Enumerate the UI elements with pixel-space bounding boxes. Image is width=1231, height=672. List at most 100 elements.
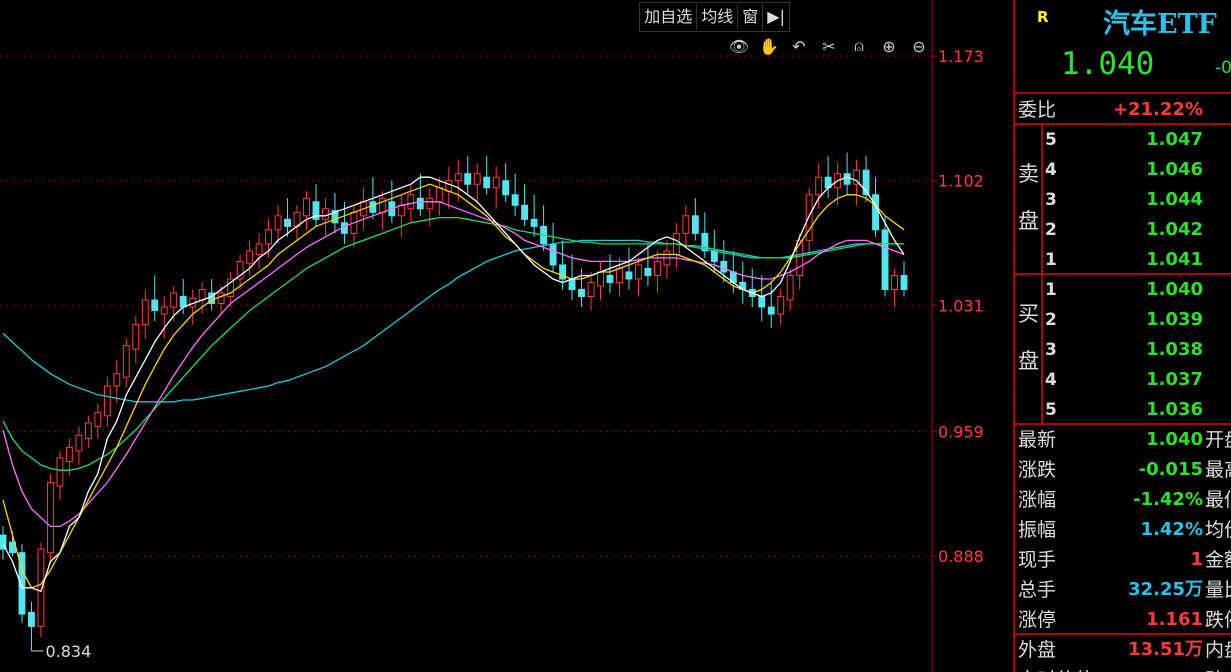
security-name[interactable]: 汽车ETF (1103, 2, 1217, 41)
stat-extra-label: 均价 (1205, 519, 1231, 541)
y-tick-label: 1.031 (938, 296, 984, 315)
ask-row[interactable]: 4 1.046 (1015, 155, 1231, 185)
bid-level: 2 (1045, 310, 1057, 330)
stat-value: 1 (1190, 549, 1203, 570)
bid-level: 5 (1045, 400, 1057, 420)
candle-body (28, 611, 35, 627)
ask-level: 4 (1045, 160, 1057, 180)
stat-row: 最新 1.040开盘 (1015, 425, 1231, 455)
candle-body (37, 548, 45, 627)
kline-chart[interactable]: 1.173 1.102 1.031 0.959 0.888 0.834 (0, 0, 1013, 672)
ask-price: 1.044 (1146, 189, 1203, 210)
stat-label: 振幅 (1018, 519, 1057, 541)
stat-value: 1.040 (1146, 429, 1203, 450)
candle-body (616, 267, 623, 283)
zoom-in-icon[interactable]: ⊕ (876, 35, 902, 57)
stat-row: 实时估值 1.0413贴水 (1015, 665, 1231, 672)
candle-body (198, 289, 206, 301)
candle-body (587, 281, 595, 298)
stat-extra-label: 贴水 (1205, 665, 1231, 672)
stat-value: -1.42% (1133, 489, 1203, 510)
chart-toolbar: 加自选 均线 窗 ▶| (639, 2, 790, 32)
ask-row[interactable]: 5 1.047 (1015, 125, 1231, 155)
bid-level: 3 (1045, 340, 1057, 360)
bid-level: 1 (1045, 280, 1057, 300)
stat-value: 32.25万 (1128, 579, 1203, 600)
ask-row[interactable]: 1 1.041 (1015, 245, 1231, 275)
candle-body (46, 482, 54, 554)
candle-body (777, 296, 785, 315)
kline-chart-area[interactable]: 1.173 1.102 1.031 0.959 0.888 0.834 加自选 均线 窗 … (0, 0, 1013, 672)
undo-icon[interactable]: ↶ (786, 35, 812, 57)
bid-price: 1.038 (1146, 339, 1203, 360)
add-watchlist-button[interactable]: 加自选 (640, 4, 698, 30)
ask-level: 1 (1045, 250, 1057, 270)
moving-average-button[interactable]: 均线 (697, 4, 739, 30)
candle-body (94, 411, 102, 427)
last-price: 1.040 (1061, 46, 1155, 82)
ask-level: 3 (1045, 190, 1057, 210)
collapse-panel-icon[interactable]: ▶| (763, 4, 789, 30)
window-button[interactable]: 窗 (738, 4, 764, 30)
ask-row[interactable]: 3 1.044 (1015, 185, 1231, 215)
bid-row[interactable]: 5 1.036 (1015, 395, 1231, 425)
candle-body (369, 201, 377, 213)
candle-body (407, 194, 415, 210)
bid-side-label: 买 (1018, 302, 1039, 326)
stat-row: 涨跌 -0.015最高 (1015, 455, 1231, 485)
bid-row[interactable]: 2 1.039 (1015, 305, 1231, 335)
candle-body (141, 299, 149, 326)
candle-body (691, 215, 699, 234)
candle-body (720, 260, 728, 273)
candle-body (435, 187, 443, 203)
low-marker-label: 0.834 (45, 642, 91, 661)
candle-body (568, 278, 576, 291)
candle-body (122, 345, 130, 378)
candle-body (454, 173, 462, 182)
candle-body (217, 292, 225, 305)
bid-price: 1.039 (1146, 309, 1203, 330)
candle-body (170, 292, 178, 308)
weibi-label: 委比 (1018, 99, 1057, 121)
ask-price: 1.041 (1146, 249, 1203, 270)
candle-body (653, 260, 661, 276)
candle-body (606, 274, 614, 283)
candle-body (322, 208, 329, 220)
bid-side-label: 盘 (1018, 349, 1039, 373)
y-tick-label: 0.959 (938, 423, 984, 442)
candle-body (416, 197, 424, 210)
stat-extra-label: 开盘 (1205, 429, 1231, 451)
stat-value: 1.0413 (1134, 665, 1203, 672)
candle-body (397, 204, 405, 217)
stat-value: 1.161 (1146, 609, 1203, 630)
candle-body (65, 446, 73, 462)
ask-row[interactable]: 2 1.042 (1015, 215, 1231, 245)
ask-level: 5 (1045, 130, 1057, 150)
candle-body (179, 296, 187, 308)
hand-icon[interactable]: ✋ (756, 35, 782, 57)
candle-body (521, 204, 529, 220)
lock-icon[interactable]: ⍝ (846, 35, 872, 57)
eye-icon[interactable]: 👁 (726, 35, 752, 57)
ma5-line (2, 176, 905, 593)
stat-label: 外盘 (1018, 639, 1057, 661)
candle-body (246, 250, 254, 264)
candle-body (710, 250, 718, 262)
stat-label: 涨停 (1018, 609, 1057, 631)
ask-side-label: 卖 (1018, 162, 1039, 186)
zoom-out-icon[interactable]: ⊖ (906, 35, 932, 57)
candle-body (151, 299, 159, 312)
scissors-icon[interactable]: ✂ (816, 35, 842, 57)
candle-body (56, 457, 64, 487)
stat-extra-label: 内盘 (1205, 639, 1231, 661)
candle-body (530, 218, 538, 227)
candle-body (132, 324, 140, 350)
candle-body (635, 264, 642, 280)
bid-row[interactable]: 4 1.037 (1015, 365, 1231, 395)
bid-row[interactable]: 1 1.040 (1015, 275, 1231, 305)
bid-row[interactable]: 3 1.038 (1015, 335, 1231, 365)
y-tick-label: 0.888 (938, 547, 984, 566)
quote-header: R 汽车ETF 1.040 -0 (1015, 0, 1231, 94)
candle-body (265, 229, 272, 245)
candle-body (549, 243, 557, 266)
